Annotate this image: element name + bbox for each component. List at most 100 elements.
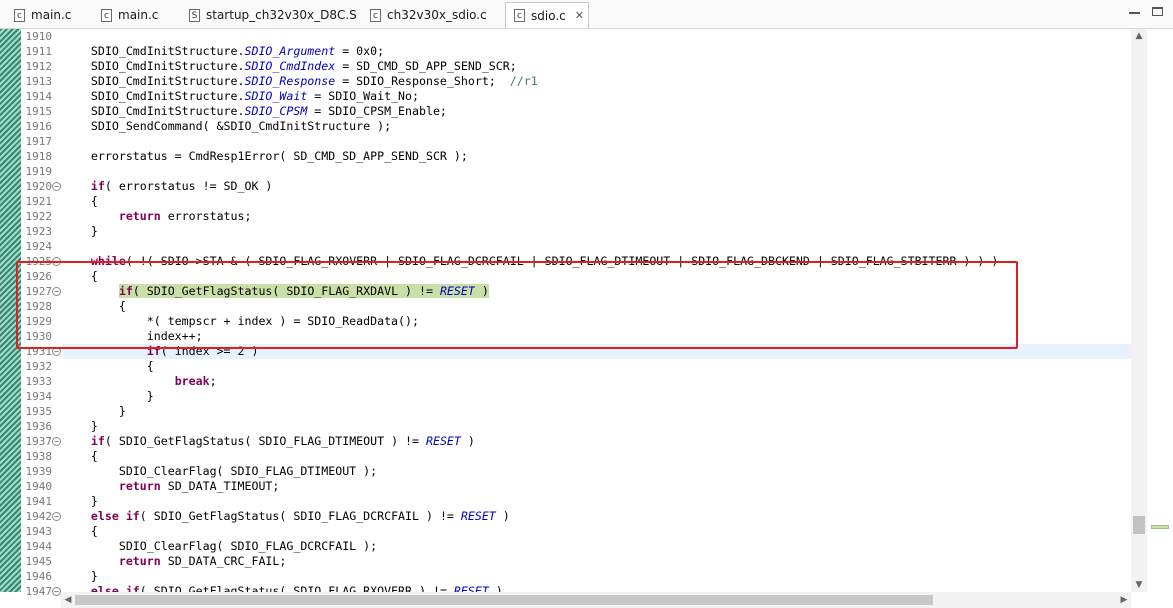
- close-tab-icon[interactable]: ✕: [575, 9, 584, 22]
- line-number: 1915: [25, 105, 53, 118]
- keyword-token: break: [174, 374, 210, 388]
- maximize-icon[interactable]: [1150, 5, 1166, 19]
- scroll-down-arrow-icon[interactable]: ▼: [1131, 578, 1147, 592]
- keyword-token: if: [90, 179, 105, 193]
- tab-sdio-c[interactable]: c sdio.c ✕: [505, 2, 589, 28]
- code-token: {: [63, 524, 98, 538]
- code-token: = SD_CMD_SD_APP_SEND_SCR;: [335, 59, 517, 73]
- tab-main-c[interactable]: c main.c: [6, 3, 88, 27]
- code-editor[interactable]: 1910 1911 1912 1913 1914 1915 1916 1917 1918 1919…: [0, 29, 1173, 608]
- field-token: RESET: [425, 434, 461, 448]
- code-line[interactable]: SDIO_SendCommand( &SDIO_CmdInitStructure…: [63, 119, 391, 134]
- code-line[interactable]: }: [63, 569, 98, 584]
- code-token: ( SDIO_GetFlagStatus( SDIO_FLAG_DTIMEOUT…: [104, 434, 426, 448]
- collapse-fold-icon[interactable]: −: [52, 437, 61, 446]
- code-token: ( errorstatus != SD_OK ): [104, 179, 273, 193]
- tab-label: ch32v30x_sdio.c: [387, 8, 487, 22]
- code-token: }: [63, 569, 98, 583]
- vertical-scrollbar[interactable]: ▲ ▼: [1131, 29, 1147, 592]
- code-token: ;: [209, 374, 217, 388]
- code-line[interactable]: SDIO_ClearFlag( SDIO_FLAG_DTIMEOUT );: [63, 464, 377, 479]
- code-line[interactable]: return errorstatus;: [63, 209, 252, 224]
- keyword-token: if: [125, 584, 140, 592]
- code-token: ( SDIO_GetFlagStatus( SDIO_FLAG_RXOVERR …: [139, 584, 454, 592]
- code-line[interactable]: }: [63, 419, 98, 434]
- tab-label: main.c: [118, 8, 159, 22]
- code-line[interactable]: {: [63, 194, 98, 209]
- keyword-token: return: [118, 479, 161, 493]
- code-line[interactable]: {: [63, 524, 98, 539]
- line-number: 1920: [25, 180, 53, 193]
- code-line[interactable]: {: [63, 449, 98, 464]
- line-number: 1934: [25, 390, 53, 403]
- tab-ch32v30x-sdio-c[interactable]: c ch32v30x_sdio.c: [362, 3, 500, 27]
- line-number: 1921: [25, 195, 53, 208]
- code-token: SDIO_CmdInitStructure.: [63, 44, 245, 58]
- line-number: 1911: [25, 45, 53, 58]
- code-line[interactable]: }: [63, 389, 154, 404]
- code-token: = SDIO_CPSM_Enable;: [307, 104, 447, 118]
- code-token: ( SDIO_GetFlagStatus( SDIO_FLAG_DCRCFAIL…: [139, 509, 461, 523]
- line-number: 1941: [25, 495, 53, 508]
- code-token: {: [63, 359, 154, 373]
- scroll-left-arrow-icon[interactable]: ◀: [61, 593, 75, 607]
- c-file-icon: c: [101, 8, 112, 22]
- code-line[interactable]: else if( SDIO_GetFlagStatus( SDIO_FLAG_R…: [63, 584, 503, 592]
- code-line[interactable]: SDIO_CmdInitStructure.SDIO_CPSM = SDIO_C…: [63, 104, 447, 119]
- line-number: 1944: [25, 540, 53, 553]
- code-line[interactable]: }: [63, 404, 126, 419]
- code-token: SDIO_CmdInitStructure.: [63, 89, 245, 103]
- code-token: }: [63, 224, 98, 238]
- tab-main-c[interactable]: c main.c: [93, 3, 175, 27]
- code-line[interactable]: SDIO_CmdInitStructure.SDIO_Wait = SDIO_W…: [63, 89, 419, 104]
- code-line[interactable]: return SD_DATA_CRC_FAIL;: [63, 554, 287, 569]
- code-line[interactable]: }: [63, 224, 98, 239]
- line-number: 1918: [25, 150, 53, 163]
- line-number: 1947: [25, 585, 53, 598]
- field-token: SDIO_CPSM: [244, 104, 308, 118]
- code-line[interactable]: break;: [63, 374, 217, 389]
- code-line[interactable]: SDIO_ClearFlag( SDIO_FLAG_DCRCFAIL );: [63, 539, 377, 554]
- line-number: 1932: [25, 360, 53, 373]
- code-token: ): [488, 584, 503, 592]
- minimize-icon[interactable]: [1127, 5, 1143, 19]
- code-line[interactable]: SDIO_CmdInitStructure.SDIO_Response = SD…: [63, 74, 538, 89]
- line-number: 1940: [25, 480, 53, 493]
- scroll-right-arrow-icon[interactable]: ▶: [1117, 593, 1131, 607]
- horizontal-scroll-thumb[interactable]: [75, 595, 933, 605]
- code-token: SDIO_CmdInitStructure.: [63, 104, 245, 118]
- code-line[interactable]: SDIO_CmdInitStructure.SDIO_Argument = 0x…: [63, 44, 384, 59]
- code-line[interactable]: }: [63, 494, 98, 509]
- overview-ruler[interactable]: [1147, 29, 1173, 592]
- code-line[interactable]: if( errorstatus != SD_OK ): [63, 179, 273, 194]
- code-line[interactable]: {: [63, 359, 154, 374]
- line-number: 1937: [25, 435, 53, 448]
- scroll-up-arrow-icon[interactable]: ▲: [1131, 29, 1147, 43]
- s-file-icon: S: [189, 8, 200, 22]
- overview-ruler-mark[interactable]: [1151, 525, 1169, 529]
- code-line[interactable]: errorstatus = CmdResp1Error( SD_CMD_SD_A…: [63, 149, 468, 164]
- comment-token: //r1: [509, 74, 538, 88]
- code-line[interactable]: else if( SDIO_GetFlagStatus( SDIO_FLAG_D…: [63, 509, 510, 524]
- code-token: }: [63, 419, 98, 433]
- horizontal-scrollbar[interactable]: ◀ ▶: [61, 592, 1131, 608]
- code-line[interactable]: if( SDIO_GetFlagStatus( SDIO_FLAG_DTIMEO…: [63, 434, 475, 449]
- line-number: 1923: [25, 225, 53, 238]
- collapse-fold-icon[interactable]: −: [52, 587, 61, 596]
- collapse-fold-icon[interactable]: −: [52, 512, 61, 521]
- code-line[interactable]: return SD_DATA_TIMEOUT;: [63, 479, 280, 494]
- line-number: 1943: [25, 525, 53, 538]
- tab-startup-ch32v30x-d8c-s[interactable]: Sstartup_ch32v30x_D8C.S: [181, 3, 357, 27]
- collapse-fold-icon[interactable]: −: [52, 182, 61, 191]
- line-number: 1933: [25, 375, 53, 388]
- keyword-token: else: [90, 584, 119, 592]
- code-line[interactable]: SDIO_CmdInitStructure.SDIO_CmdIndex = SD…: [63, 59, 517, 74]
- vertical-scroll-thumb[interactable]: [1133, 516, 1145, 534]
- line-number: 1942: [25, 510, 53, 523]
